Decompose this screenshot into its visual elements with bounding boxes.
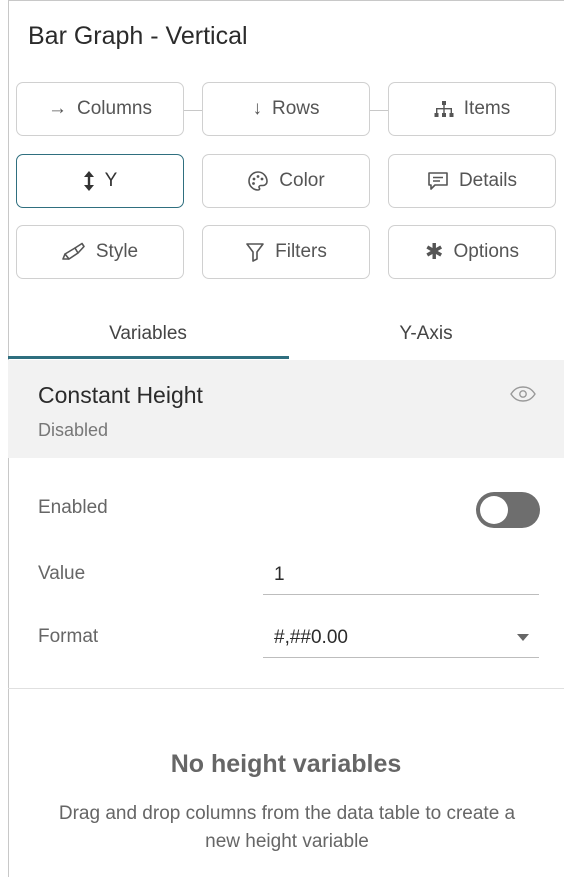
value-input-text: 1 bbox=[274, 564, 285, 585]
hierarchy-icon bbox=[434, 100, 454, 118]
arrow-right-icon: → bbox=[48, 98, 67, 119]
items-button[interactable]: Items bbox=[388, 82, 556, 136]
color-button-label: Color bbox=[279, 170, 325, 191]
y-button[interactable]: Y bbox=[16, 154, 184, 208]
rows-button[interactable]: ↓ Rows bbox=[202, 82, 370, 136]
value-input[interactable]: 1 bbox=[263, 556, 539, 595]
color-button[interactable]: Color bbox=[202, 154, 370, 208]
eye-icon[interactable] bbox=[510, 386, 536, 407]
details-button-label: Details bbox=[458, 170, 518, 191]
filters-button-label: Filters bbox=[275, 241, 327, 262]
constant-height-section: Constant Height Disabled bbox=[8, 360, 564, 458]
rows-button-label: Rows bbox=[271, 98, 320, 119]
connector-line bbox=[184, 110, 202, 111]
arrow-down-icon: ↓ bbox=[252, 98, 262, 119]
options-button[interactable]: ✱ Options bbox=[388, 225, 556, 279]
section-status: Disabled bbox=[38, 420, 109, 440]
value-label: Value bbox=[38, 563, 86, 584]
style-button-label: Style bbox=[95, 241, 139, 262]
panel-top-border bbox=[8, 0, 564, 1]
format-label: Format bbox=[38, 626, 99, 647]
enabled-toggle[interactable] bbox=[476, 492, 540, 528]
section-title: Constant Height bbox=[38, 382, 203, 408]
chevron-down-icon bbox=[517, 634, 529, 641]
vertical-arrows-icon bbox=[83, 170, 95, 192]
items-button-label: Items bbox=[463, 98, 511, 119]
funnel-icon bbox=[245, 242, 265, 262]
empty-state-description: Drag and drop columns from the data tabl… bbox=[58, 803, 516, 852]
connector-line bbox=[370, 110, 388, 111]
toggle-knob bbox=[480, 496, 508, 524]
section-divider bbox=[8, 688, 564, 689]
enabled-label: Enabled bbox=[38, 497, 108, 518]
active-tab-indicator bbox=[8, 356, 289, 359]
tab-y-axis[interactable]: Y-Axis bbox=[288, 308, 564, 360]
brush-icon bbox=[62, 242, 86, 262]
empty-state-title: No height variables bbox=[170, 750, 402, 778]
style-button[interactable]: Style bbox=[16, 225, 184, 279]
filters-button[interactable]: Filters bbox=[202, 225, 370, 279]
details-button[interactable]: Details bbox=[388, 154, 556, 208]
gear-icon: ✱ bbox=[425, 239, 444, 264]
tab-bar: Variables Y-Axis bbox=[8, 308, 564, 360]
tab-variables[interactable]: Variables bbox=[8, 308, 288, 360]
columns-button-label: Columns bbox=[77, 98, 152, 119]
format-select[interactable]: #,##0.00 bbox=[263, 619, 539, 658]
format-select-value: #,##0.00 bbox=[274, 627, 348, 648]
options-button-label: Options bbox=[453, 241, 519, 262]
columns-button[interactable]: → Columns bbox=[16, 82, 184, 136]
palette-icon bbox=[247, 170, 269, 192]
y-button-label: Y bbox=[104, 170, 118, 191]
comment-icon bbox=[427, 171, 449, 191]
panel-title: Bar Graph - Vertical bbox=[28, 22, 248, 50]
